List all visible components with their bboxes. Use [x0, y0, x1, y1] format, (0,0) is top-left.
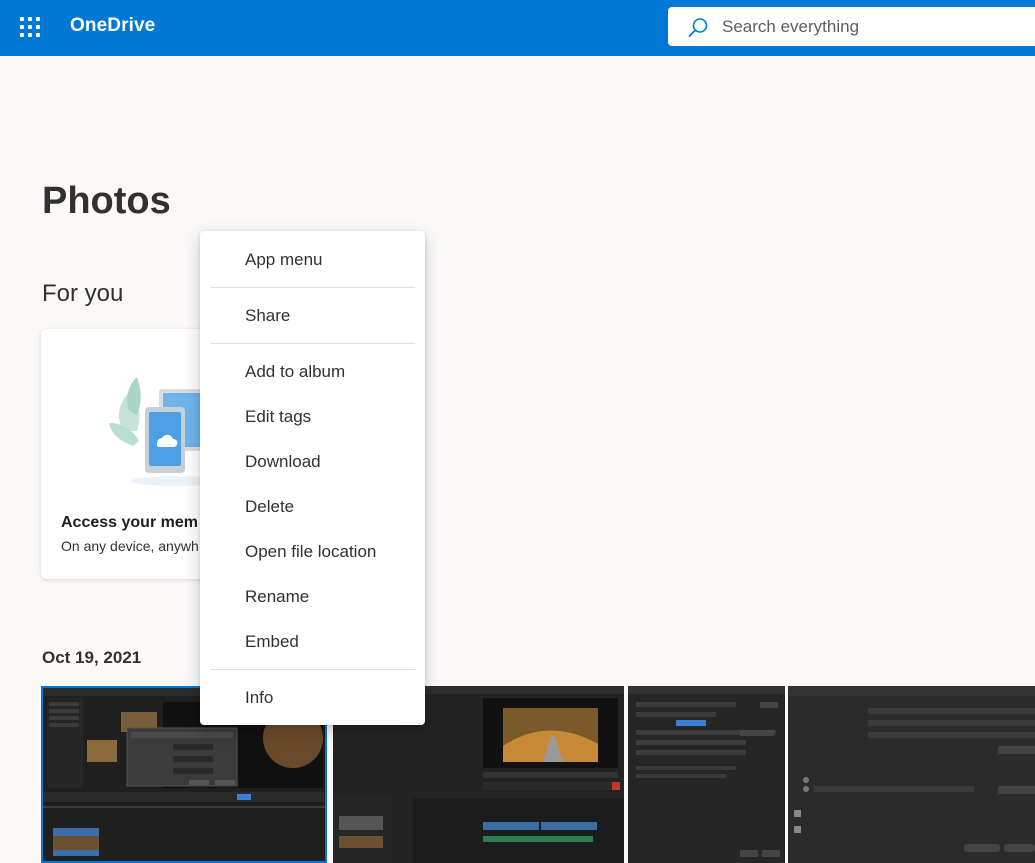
card-subtitle: On any device, anywh	[61, 538, 199, 554]
search-box[interactable]	[668, 7, 1035, 46]
menu-item-embed[interactable]: Embed	[200, 622, 425, 662]
menu-item-delete[interactable]: Delete	[200, 487, 425, 527]
photo-thumbnail[interactable]	[788, 686, 1035, 863]
menu-item-download[interactable]: Download	[200, 442, 425, 482]
menu-divider	[210, 343, 415, 344]
context-menu: App menu Share Add to album Edit tags Do…	[200, 231, 425, 725]
app-launcher-icon[interactable]	[19, 16, 41, 38]
menu-divider	[210, 287, 415, 288]
date-group-label: Oct 19, 2021	[42, 648, 142, 667]
thumbnail-image	[788, 686, 1035, 863]
menu-item-app-menu[interactable]: App menu	[200, 240, 425, 280]
photo-thumbnail[interactable]	[628, 686, 785, 863]
app-name[interactable]: OneDrive	[70, 15, 155, 37]
menu-item-add-to-album[interactable]: Add to album	[200, 352, 425, 392]
top-bar: OneDrive	[0, 0, 1035, 56]
page-title: Photos	[42, 180, 171, 222]
menu-item-edit-tags[interactable]: Edit tags	[200, 397, 425, 437]
for-you-heading: For you	[42, 280, 124, 307]
menu-item-share[interactable]: Share	[200, 296, 425, 336]
search-input[interactable]	[722, 15, 1022, 39]
menu-item-open-file-location[interactable]: Open file location	[200, 532, 425, 572]
card-title: Access your mem	[61, 514, 198, 531]
search-icon	[688, 18, 708, 37]
thumbnail-image	[628, 686, 785, 863]
menu-item-rename[interactable]: Rename	[200, 577, 425, 617]
menu-divider	[210, 669, 415, 670]
menu-item-info[interactable]: Info	[200, 678, 425, 718]
